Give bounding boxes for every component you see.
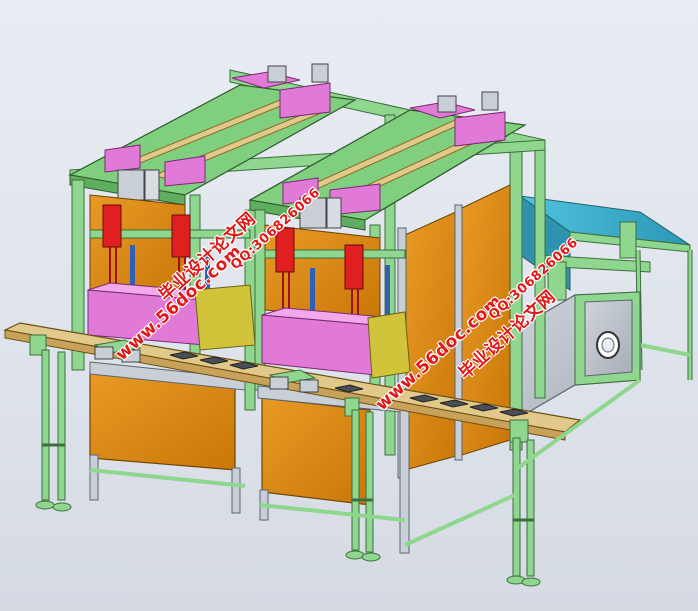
machine-cad-drawing — [3, 63, 693, 587]
